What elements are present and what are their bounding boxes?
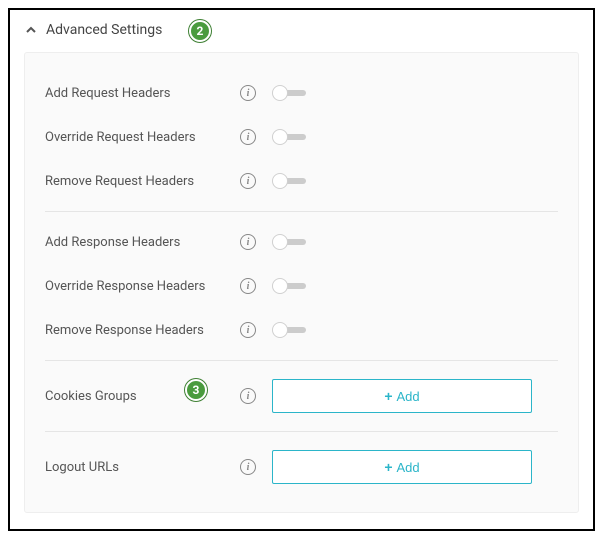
add-cookies-group-button[interactable]: + Add (272, 379, 532, 413)
info-icon[interactable]: i (240, 388, 256, 404)
toggle-add-request-headers[interactable] (272, 85, 308, 101)
row-override-request-headers: Override Request Headers i (45, 115, 558, 159)
info-icon[interactable]: i (240, 322, 256, 338)
info-icon[interactable]: i (240, 173, 256, 189)
toggle-override-request-headers[interactable] (272, 129, 308, 145)
page-frame: Advanced Settings 2 Add Request Headers … (8, 8, 595, 531)
info-icon[interactable]: i (240, 85, 256, 101)
plus-icon: + (384, 459, 392, 475)
info-icon[interactable]: i (240, 459, 256, 475)
row-remove-response-headers: Remove Response Headers i (45, 308, 558, 352)
row-cookies-groups: Cookies Groups 3 i + Add (45, 369, 558, 423)
info-icon[interactable]: i (240, 129, 256, 145)
info-icon[interactable]: i (240, 234, 256, 250)
callout-badge-3: 3 (185, 379, 207, 401)
section-title: Advanced Settings (46, 22, 162, 38)
add-logout-url-button[interactable]: + Add (272, 450, 532, 484)
toggle-override-response-headers[interactable] (272, 278, 308, 294)
setting-label: Remove Request Headers (45, 174, 240, 189)
plus-icon: + (384, 388, 392, 404)
row-override-response-headers: Override Response Headers i (45, 264, 558, 308)
add-button-label: Add (397, 389, 420, 404)
settings-panel: Add Request Headers i Override Request H… (24, 52, 579, 513)
row-logout-urls: Logout URLs i + Add (45, 440, 558, 494)
row-add-request-headers: Add Request Headers i (45, 71, 558, 115)
chevron-up-icon (24, 23, 38, 37)
setting-label: Override Request Headers (45, 130, 240, 145)
setting-label: Logout URLs (45, 460, 240, 475)
add-button-label: Add (397, 460, 420, 475)
setting-label: Override Response Headers (45, 279, 240, 294)
divider (45, 360, 558, 361)
toggle-remove-request-headers[interactable] (272, 173, 308, 189)
divider (45, 211, 558, 212)
callout-badge-2: 2 (189, 20, 211, 42)
setting-label: Remove Response Headers (45, 323, 240, 338)
setting-label: Add Response Headers (45, 235, 240, 250)
toggle-remove-response-headers[interactable] (272, 322, 308, 338)
setting-label: Add Request Headers (45, 86, 240, 101)
section-header[interactable]: Advanced Settings 2 (24, 22, 579, 38)
info-icon[interactable]: i (240, 278, 256, 294)
setting-label: Cookies Groups (45, 389, 240, 404)
row-remove-request-headers: Remove Request Headers i (45, 159, 558, 203)
toggle-add-response-headers[interactable] (272, 234, 308, 250)
row-add-response-headers: Add Response Headers i (45, 220, 558, 264)
divider (45, 431, 558, 432)
